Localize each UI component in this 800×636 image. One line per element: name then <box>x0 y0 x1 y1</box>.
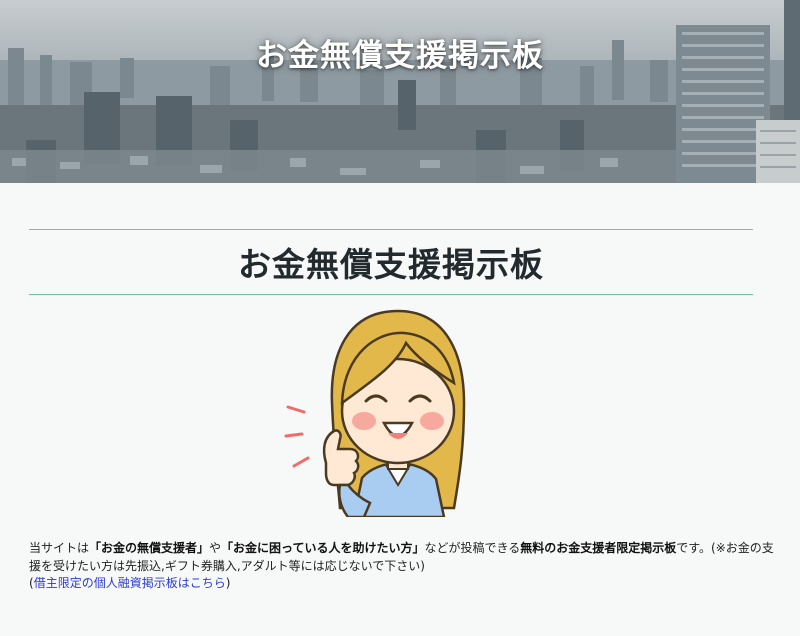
intro-bold-board: 無料のお金支援者限定掲示板 <box>520 541 677 555</box>
intro-middle: などが投稿できる <box>424 541 521 555</box>
intro-conj: や <box>209 541 222 555</box>
hero-banner: お金無償支援掲示板 <box>0 0 800 183</box>
intro-text: 当サイトは「お金の無償支援者」や「お金に困っている人を助けたい方」などが投稿でき… <box>29 540 774 593</box>
intro-bold-supporter: 「お金の無償支援者」 <box>89 541 210 555</box>
borrower-board-link[interactable]: 借主限定の個人融資掲示板はこちら <box>34 576 226 590</box>
site-title[interactable]: お金無償支援掲示板 <box>0 30 800 75</box>
page-title: お金無償支援掲示板 <box>238 245 544 284</box>
thumbs-up-woman-icon <box>284 309 466 517</box>
city-skyline-image <box>0 0 800 183</box>
intro-bold-helper: 「お金に困っている人を助けたい方」 <box>221 541 425 555</box>
page-title-box: お金無償支援掲示板 <box>29 229 753 295</box>
link-close-paren: ) <box>225 576 231 590</box>
intro-prefix: 当サイトは <box>29 541 90 555</box>
